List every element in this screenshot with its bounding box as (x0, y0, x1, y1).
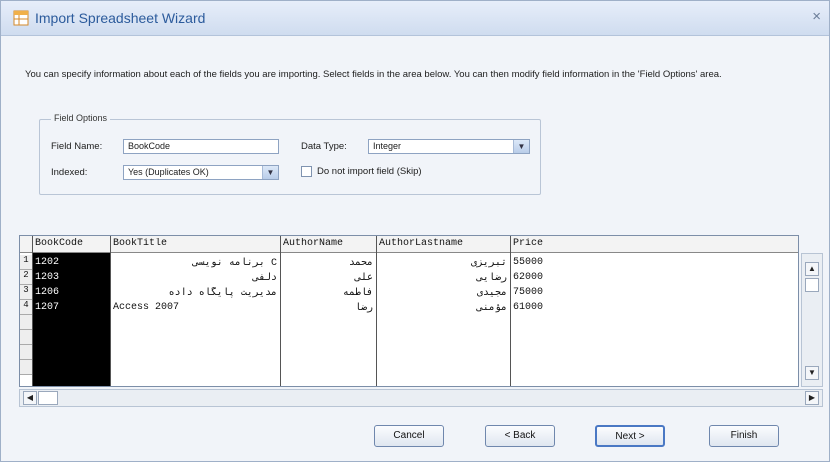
grid-cell: Access 2007 (113, 302, 180, 313)
scroll-thumb[interactable] (805, 278, 819, 292)
scroll-up-icon[interactable]: ▲ (805, 262, 819, 276)
column-header[interactable]: AuthorLastname (379, 238, 463, 249)
close-icon[interactable]: × (812, 8, 821, 25)
grid-cell: مؤمنی (476, 303, 507, 314)
data-preview-grid[interactable]: BookCode BookTitle AuthorName AuthorLast… (19, 235, 799, 387)
data-type-value: Integer (373, 141, 402, 151)
grid-cell: 1203 (35, 272, 60, 283)
chevron-down-icon[interactable]: ▼ (513, 140, 529, 153)
grid-cell: 61000 (513, 302, 544, 313)
vertical-scrollbar[interactable]: ▲ ▼ (801, 253, 823, 387)
grid-cell: مدیریت پایگاه داده (168, 288, 277, 299)
finish-button[interactable]: Finish (709, 425, 779, 447)
grid-cell: فاطمه (342, 288, 373, 299)
window-title: Import Spreadsheet Wizard (35, 10, 206, 26)
cancel-button[interactable]: Cancel (374, 425, 444, 447)
field-name-label: Field Name: (51, 141, 103, 152)
grid-cell: 55000 (513, 257, 544, 268)
grid-cell: رضا (354, 303, 373, 314)
grid-cell: علی (354, 273, 373, 284)
row-number: 1 (20, 255, 32, 270)
column-header[interactable]: AuthorName (283, 238, 343, 249)
scroll-thumb[interactable] (38, 391, 58, 405)
indexed-value: Yes (Duplicates OK) (128, 167, 209, 177)
field-name-input[interactable]: BookCode (123, 139, 279, 154)
import-wizard-window: Import Spreadsheet Wizard × You can spec… (0, 0, 830, 462)
data-type-label: Data Type: (301, 141, 347, 152)
field-options-group (39, 119, 541, 195)
grid-cell: 75000 (513, 287, 544, 298)
grid-cell: 62000 (513, 272, 544, 283)
grid-cell: مجیدی (476, 288, 507, 299)
column-header[interactable]: BookTitle (113, 238, 167, 249)
skip-checkbox[interactable] (301, 166, 312, 177)
grid-cell: 1202 (35, 257, 60, 268)
chevron-down-icon[interactable]: ▼ (262, 166, 278, 179)
intro-text: You can specify information about each o… (25, 69, 722, 80)
grid-cell: 1207 (35, 302, 60, 313)
row-number: 2 (20, 270, 32, 285)
scroll-down-icon[interactable]: ▼ (805, 366, 819, 380)
row-number: 3 (20, 285, 32, 300)
indexed-label: Indexed: (51, 167, 88, 178)
grid-cell: رضایی (476, 273, 507, 284)
next-button[interactable]: Next > (595, 425, 665, 447)
horizontal-scrollbar[interactable]: ◀ ▶ (19, 389, 823, 407)
grid-cell: C برنامه نویسی (192, 258, 277, 269)
scroll-right-icon[interactable]: ▶ (805, 391, 819, 405)
grid-cell: 1206 (35, 287, 60, 298)
indexed-select[interactable]: Yes (Duplicates OK) ▼ (123, 165, 279, 180)
spreadsheet-icon (13, 10, 29, 26)
skip-label: Do not import field (Skip) (317, 166, 422, 177)
row-number: 4 (20, 300, 32, 315)
scroll-left-icon[interactable]: ◀ (23, 391, 37, 405)
grid-cell: محمد (348, 258, 373, 269)
back-button[interactable]: < Back (485, 425, 555, 447)
column-header[interactable]: Price (513, 238, 543, 249)
data-type-select[interactable]: Integer ▼ (368, 139, 530, 154)
column-header[interactable]: BookCode (35, 238, 83, 249)
grid-cell: دلفی (252, 273, 277, 284)
title-bar: Import Spreadsheet Wizard × (1, 1, 829, 36)
grid-cell: تبریزی (470, 258, 507, 269)
field-options-legend: Field Options (51, 113, 111, 123)
